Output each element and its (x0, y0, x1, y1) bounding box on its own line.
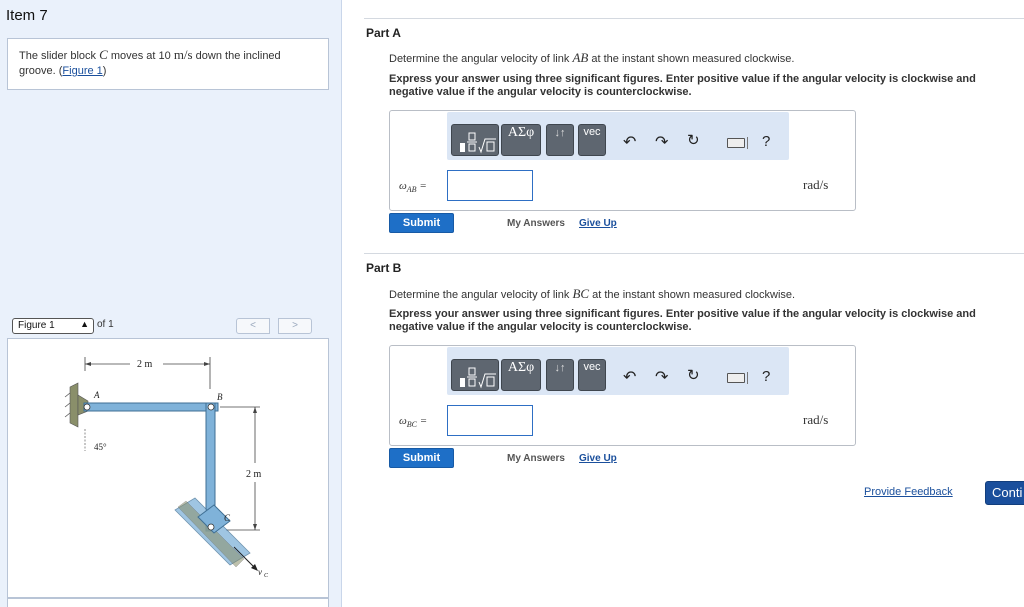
math-toolbar: ΑΣφ ↓↑ vec ↶ ↷ ↻ ? (447, 112, 789, 160)
part-b-instruction: Express your answer using three signific… (389, 308, 976, 333)
part-b-question: Determine the angular velocity of link B… (389, 286, 795, 302)
point-c-label: C (224, 513, 231, 523)
divider (364, 18, 1024, 19)
sub-superscript-button[interactable]: ↓↑ (546, 124, 574, 156)
vector-button[interactable]: vec (578, 359, 606, 391)
mechanism-diagram: 2 m A B 2 m 45° C v C (64, 357, 269, 579)
figure-selector-value: Figure 1 (18, 320, 55, 331)
problem-statement: The slider block C moves at 10 m/s down … (7, 38, 329, 90)
omega-subscript: BC (406, 420, 418, 430)
part-b-title: Part B (366, 261, 402, 275)
greek-button[interactable]: ΑΣφ (501, 124, 541, 156)
undo-icon[interactable]: ↶ (623, 132, 636, 152)
omega-ab-label: ωAB = (399, 180, 427, 194)
problem-panel: Item 7 The slider block C moves at 10 m/… (0, 0, 342, 607)
dim-top-label: 2 m (137, 359, 153, 370)
toolbar-separator (747, 372, 748, 384)
part-a-answer-box: ΑΣφ ↓↑ vec ↶ ↷ ↻ ? ωAB = rad/s (389, 110, 856, 211)
unit-label: rad/s (803, 177, 829, 192)
figure-link[interactable]: Figure 1 (62, 65, 102, 77)
divider (364, 253, 1024, 254)
greek-button[interactable]: ΑΣφ (501, 359, 541, 391)
fraction-root-icon (460, 132, 496, 154)
problem-text: ) (102, 65, 107, 77)
reset-icon[interactable]: ↻ (687, 366, 700, 384)
part-a-submit-button[interactable]: Submit (389, 213, 454, 233)
velocity-label: v (258, 567, 262, 577)
template-button[interactable] (451, 124, 499, 156)
equals-sign: = (419, 180, 427, 192)
omega-bc-input[interactable] (447, 405, 533, 436)
omega-symbol: ω (399, 180, 407, 192)
var-c: C (99, 47, 108, 62)
template-button[interactable] (451, 359, 499, 391)
part-b-answer-box: ΑΣφ ↓↑ vec ↶ ↷ ↻ ? ωBC = rad/s (389, 345, 856, 446)
link-var: AB (572, 50, 589, 65)
omega-subscript: AB (406, 185, 417, 195)
part-a-give-up[interactable]: Give Up (579, 218, 617, 229)
figure-next-button[interactable]: > (278, 318, 312, 334)
keyboard-icon[interactable] (727, 138, 745, 148)
vector-button[interactable]: vec (578, 124, 606, 156)
point-b-label: B (217, 392, 223, 402)
part-b-my-answers[interactable]: My Answers (507, 453, 565, 464)
continue-button[interactable]: Conti (985, 481, 1024, 505)
dim-side-label: 2 m (246, 469, 262, 480)
problem-text: moves at 10 (107, 50, 174, 62)
question-text: at the instant shown measured clockwise. (589, 289, 796, 301)
select-arrows-icon: ▲ (80, 319, 89, 329)
velocity-sub: C (264, 573, 269, 579)
omega-bc-label: ωBC = (399, 415, 427, 429)
problem-text: The slider block (19, 50, 100, 62)
speed-unit: m/s (173, 47, 193, 62)
reset-icon[interactable]: ↻ (687, 131, 700, 149)
fraction-root-icon (460, 367, 496, 389)
redo-icon[interactable]: ↷ (655, 367, 668, 387)
omega-ab-input[interactable] (447, 170, 533, 201)
figure-selector[interactable]: Figure 1 ▲ (12, 318, 94, 334)
figure-count: of 1 (97, 319, 114, 330)
part-a-question: Determine the angular velocity of link A… (389, 50, 794, 66)
question-text: Determine the angular velocity of link (389, 289, 573, 301)
part-a-instruction: Express your answer using three signific… (389, 73, 976, 98)
part-b-give-up[interactable]: Give Up (579, 453, 617, 464)
part-b-submit-button[interactable]: Submit (389, 448, 454, 468)
link-ab (83, 402, 219, 412)
toolbar-separator (747, 137, 748, 149)
sub-superscript-button[interactable]: ↓↑ (546, 359, 574, 391)
unit-label: rad/s (803, 412, 829, 427)
question-text: at the instant shown measured clockwise. (588, 53, 795, 65)
equals-sign: = (419, 415, 428, 427)
angle-label: 45° (94, 442, 107, 452)
part-a-my-answers[interactable]: My Answers (507, 218, 565, 229)
question-text: Determine the angular velocity of link (389, 53, 573, 65)
item-title: Item 7 (6, 7, 48, 24)
part-a-title: Part A (366, 26, 401, 40)
math-toolbar: ΑΣφ ↓↑ vec ↶ ↷ ↻ ? (447, 347, 789, 395)
figure-frame: 2 m A B 2 m 45° C v C (7, 338, 329, 598)
provide-feedback-link[interactable]: Provide Feedback (864, 486, 953, 498)
point-a-label: A (93, 390, 100, 400)
figure-frame-bottom (7, 598, 329, 607)
omega-symbol: ω (399, 415, 407, 427)
help-icon[interactable]: ? (762, 133, 770, 150)
figure-prev-button[interactable]: < (236, 318, 270, 334)
help-icon[interactable]: ? (762, 368, 770, 385)
undo-icon[interactable]: ↶ (623, 367, 636, 387)
figure-toolbar: Figure 1 ▲ of 1 < > (7, 315, 329, 337)
link-var: BC (572, 286, 590, 301)
redo-icon[interactable]: ↷ (655, 132, 668, 152)
keyboard-icon[interactable] (727, 373, 745, 383)
